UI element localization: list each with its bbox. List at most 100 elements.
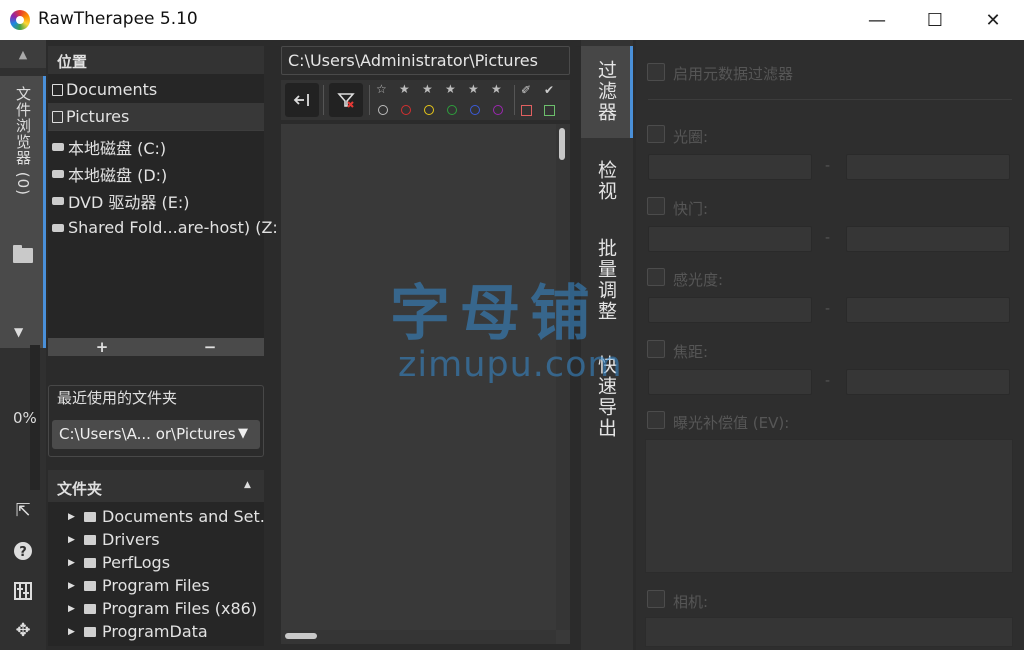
focal-length-checkbox[interactable] [647,340,665,358]
folder-icon [84,580,96,591]
remove-place-button[interactable]: − [156,338,264,356]
shutter-max-input[interactable] [846,226,1010,252]
toolbar-separator [369,85,370,115]
folder-tree-panel: 文件夹 ▲ ▶ Documents and Set... ▶ Drivers ▶… [48,470,264,646]
place-documents[interactable]: Documents [48,76,264,103]
tree-item[interactable]: ▶ Program Files (x86) [48,597,264,620]
place-drive-c[interactable]: 本地磁盘 (C:) [48,133,264,160]
color-label-red-icon[interactable] [401,105,411,115]
help-icon[interactable]: ? [11,539,35,563]
places-button-bar: + − [48,338,264,356]
shutter-min-input[interactable] [648,226,812,252]
folder-tree-header[interactable]: 文件夹 [48,470,264,502]
tree-item[interactable]: ▶ Drivers [48,528,264,551]
move-icon[interactable]: ✥ [11,618,35,642]
tree-item[interactable]: ▶ PerfLogs [48,551,264,574]
camera-checkbox[interactable] [647,590,665,608]
add-place-button[interactable]: + [48,338,156,356]
collapse-down-icon[interactable]: ▼ [14,325,23,339]
enable-metadata-filter-checkbox[interactable] [647,63,665,81]
color-label-none-icon[interactable] [378,105,388,115]
send-to-editor-icon[interactable]: ⇱ [11,498,35,522]
path-input[interactable]: C:\Users\Administrator\Pictures [281,46,570,75]
tree-item[interactable]: ▶ Documents and Set... [48,505,264,528]
tree-item-label: Program Files (x86) [102,599,258,618]
color-label-blue-icon[interactable] [470,105,480,115]
svg-text:?: ? [19,545,27,560]
filter-divider [648,99,1012,100]
folder-icon [13,245,33,263]
color-label-purple-icon[interactable] [493,105,503,115]
close-button[interactable]: ✕ [964,0,1022,40]
rank-4-star-icon[interactable]: ★ [468,82,479,96]
processed-filter-icon[interactable]: ✔ [544,83,554,97]
preferences-icon[interactable] [11,579,35,603]
tree-item-label: Drivers [102,530,160,549]
saved-icon[interactable] [544,105,555,116]
not-saved-icon[interactable] [521,105,532,116]
range-dash: - [825,158,831,174]
rank-2-star-icon[interactable]: ★ [422,82,433,96]
toggle-panel-button[interactable] [285,83,319,117]
place-label: Shared Fold...are-host) (Z:) [68,218,285,237]
places-separator [48,130,264,131]
exposure-compensation-label: 曝光补偿值 (EV): [673,414,790,432]
camera-list[interactable] [645,617,1013,647]
exposure-compensation-checkbox[interactable] [647,411,665,429]
dropdown-arrow-icon[interactable]: ▼ [238,426,248,441]
drive-icon [52,169,64,178]
horizontal-scrollbar[interactable] [281,630,556,644]
range-dash: - [825,230,831,246]
title-bar: RawTherapee 5.10 — ☐ ✕ [0,0,1024,40]
expand-arrow-icon[interactable]: ▶ [68,604,84,614]
expand-arrow-icon[interactable]: ▶ [68,512,84,522]
minimize-button[interactable]: — [848,0,906,40]
tab-filter-label[interactable]: 过滤器 [595,60,620,123]
place-pictures[interactable]: Pictures [48,103,264,130]
expand-arrow-icon[interactable]: ▶ [68,581,84,591]
exposure-compensation-list[interactable] [645,439,1013,573]
color-label-yellow-icon[interactable] [424,105,434,115]
tree-item[interactable]: ▶ Program Files [48,574,264,597]
collapse-up-icon[interactable]: ▲ [0,40,46,68]
sort-ascending-icon[interactable]: ▲ [244,480,251,490]
place-drive-z[interactable]: Shared Fold...are-host) (Z:) [48,214,284,241]
place-label: Pictures [66,107,130,126]
tree-item[interactable]: ▶ ProgramData [48,620,264,643]
rank-0-star-icon[interactable]: ☆ [376,82,387,96]
document-icon [52,83,63,96]
iso-min-input[interactable] [648,297,812,323]
tab-inspect[interactable]: 检视 [595,160,620,202]
rank-3-star-icon[interactable]: ★ [445,82,456,96]
watermark-chinese: 字母铺 [390,279,600,349]
expand-arrow-icon[interactable]: ▶ [68,558,84,568]
aperture-checkbox[interactable] [647,125,665,143]
aperture-max-input[interactable] [846,154,1010,180]
shutter-checkbox[interactable] [647,197,665,215]
edited-filter-icon[interactable]: ✐ [521,83,531,97]
tab-file-browser[interactable]: 文件浏览器 (0) [0,76,46,348]
focal-min-input[interactable] [648,369,812,395]
expand-arrow-icon[interactable]: ▶ [68,535,84,545]
horizontal-scrollbar-thumb[interactable] [285,633,317,639]
clear-filter-button[interactable] [329,83,363,117]
focal-max-input[interactable] [846,369,1010,395]
rank-5-star-icon[interactable]: ★ [491,82,502,96]
vertical-scrollbar-thumb[interactable] [559,128,565,160]
place-drive-e[interactable]: DVD 驱动器 (E:) [48,187,264,214]
place-drive-d[interactable]: 本地磁盘 (D:) [48,160,264,187]
rank-1-star-icon[interactable]: ★ [399,82,410,96]
enable-metadata-filter-label: 启用元数据过滤器 [673,65,794,83]
iso-max-input[interactable] [846,297,1010,323]
iso-label: 感光度: [673,271,724,289]
focal-length-label: 焦距: [673,343,709,361]
maximize-button[interactable]: ☐ [906,0,964,40]
expand-arrow-icon[interactable]: ▶ [68,627,84,637]
recent-folders-dropdown[interactable]: C:\Users\A... or\Pictures [52,420,260,449]
iso-checkbox[interactable] [647,268,665,286]
toolbar-separator [514,85,515,115]
range-dash: - [825,373,831,389]
color-label-green-icon[interactable] [447,105,457,115]
folder-icon [84,534,96,545]
aperture-min-input[interactable] [648,154,812,180]
